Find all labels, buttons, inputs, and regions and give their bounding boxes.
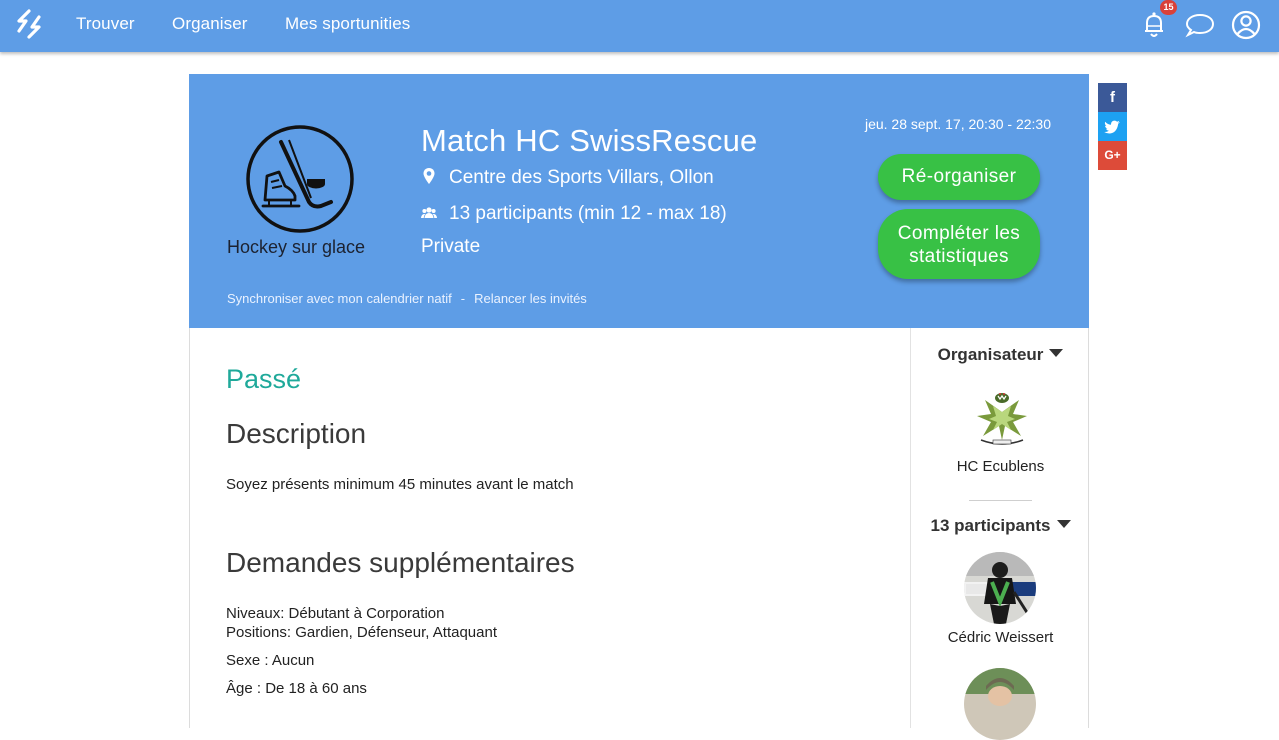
top-navigation-bar: Trouver Organiser Mes sportunities 15 <box>0 0 1279 52</box>
participants-dropdown[interactable]: 13 participants <box>911 516 1090 536</box>
nav-organiser[interactable]: Organiser <box>172 14 248 34</box>
twitter-share-button[interactable] <box>1098 112 1127 141</box>
participant-avatar[interactable] <box>964 552 1036 624</box>
age-text: Âge : De 18 à 60 ans <box>226 680 367 697</box>
map-pin-icon <box>423 168 435 184</box>
google-plus-share-button[interactable]: G+ <box>1098 141 1127 170</box>
caret-down-icon <box>1056 520 1071 528</box>
notification-badge: 15 <box>1160 0 1177 15</box>
sync-calendar-link[interactable]: Synchroniser avec mon calendrier natif <box>227 291 452 306</box>
positions-text: Positions: Gardien, Défenseur, Attaquant <box>226 624 498 641</box>
google-plus-icon: G+ <box>1104 148 1121 162</box>
logo-icon[interactable] <box>15 9 43 39</box>
description-heading: Description <box>226 418 367 449</box>
event-participants-text: 13 participants (min 12 - max 18) <box>449 203 727 224</box>
event-participants: 13 participants (min 12 - max 18) <box>421 203 727 225</box>
participant-name[interactable]: Cédric Weissert <box>911 629 1090 646</box>
complete-stats-button[interactable]: Compléter les statistiques <box>878 209 1040 279</box>
event-title: Match HC SwissRescue <box>421 123 758 158</box>
event-actions-links: Synchroniser avec mon calendrier natif - R… <box>227 291 587 306</box>
caret-down-icon <box>1049 349 1064 357</box>
twitter-icon <box>1104 120 1120 134</box>
complete-stats-label-line2: statistiques <box>909 246 1009 267</box>
group-icon <box>421 207 437 218</box>
event-details-card: Passé Description Soyez présents minimum… <box>189 328 1090 740</box>
reorganize-button[interactable]: Ré-organiser <box>878 154 1040 200</box>
facebook-share-button[interactable]: f <box>1098 83 1127 112</box>
extra-requests-heading: Demandes supplémentaires <box>226 547 575 578</box>
participants-heading: 13 participants <box>930 516 1051 535</box>
event-sidebar: Organisateur HC Ecublens 13 participants <box>911 328 1090 740</box>
facebook-icon: f <box>1110 89 1115 106</box>
levels-text: Niveaux: Débutant à Corporation <box>226 605 445 622</box>
organizer-name[interactable]: HC Ecublens <box>911 458 1090 475</box>
complete-stats-label-line1: Compléter les <box>897 223 1021 244</box>
event-location[interactable]: Centre des Sports Villars, Ollon <box>421 167 714 189</box>
event-privacy: Private <box>421 236 481 257</box>
description-text: Soyez présents minimum 45 minutes avant … <box>226 476 574 493</box>
chat-icon[interactable] <box>1183 8 1217 42</box>
event-location-text: Centre des Sports Villars, Ollon <box>449 167 714 188</box>
event-date: jeu. 28 sept. 17, 20:30 - 22:30 <box>864 116 1051 132</box>
hockey-icon <box>246 125 354 233</box>
sport-label: Hockey sur glace <box>227 237 366 257</box>
club-logo[interactable] <box>967 382 1037 452</box>
participant-photo <box>964 668 1036 740</box>
sidebar-separator <box>969 500 1032 501</box>
remind-invitees-link[interactable]: Relancer les invités <box>474 291 587 306</box>
organizer-dropdown[interactable]: Organisateur <box>911 345 1090 365</box>
link-separator: - <box>460 291 466 306</box>
participant-photo <box>964 552 1036 624</box>
nav-trouver[interactable]: Trouver <box>76 14 135 34</box>
event-header: Hockey sur glace Match HC SwissRescue Ce… <box>189 74 1089 328</box>
participant-avatar[interactable] <box>964 668 1036 740</box>
organizer-heading: Organisateur <box>937 345 1044 364</box>
nav-mes-sportunities[interactable]: Mes sportunities <box>285 14 410 34</box>
event-status: Passé <box>226 364 302 394</box>
sex-text: Sexe : Aucun <box>226 652 315 669</box>
user-icon[interactable] <box>1229 8 1263 42</box>
